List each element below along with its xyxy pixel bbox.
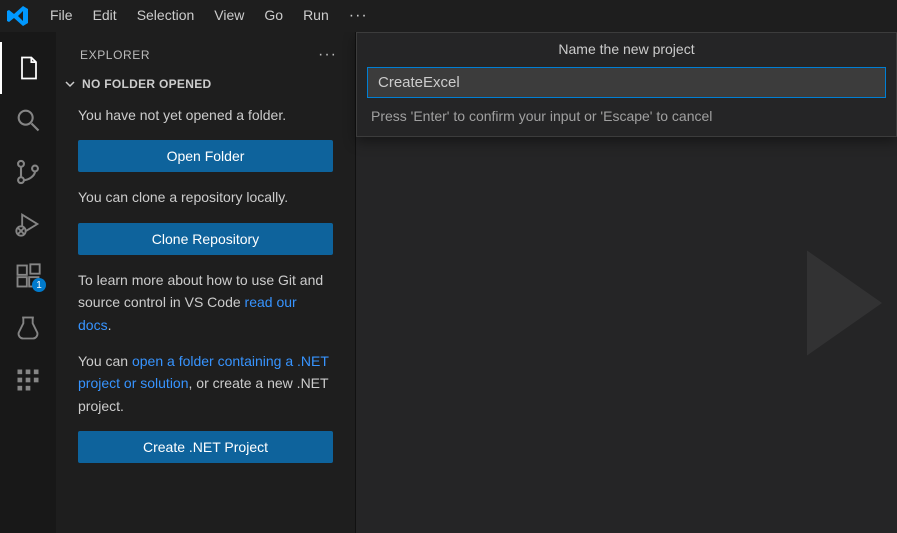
- menu-edit[interactable]: Edit: [83, 3, 127, 29]
- activity-search-icon[interactable]: [0, 94, 56, 146]
- learn-text: To learn more about how to use Git and s…: [78, 269, 333, 336]
- activity-grid-icon[interactable]: [0, 354, 56, 406]
- extensions-badge: 1: [32, 278, 46, 292]
- section-header[interactable]: NO FOLDER OPENED: [56, 72, 355, 96]
- editor-area: Name the new project Press 'Enter' to co…: [356, 32, 897, 533]
- clone-repository-button[interactable]: Clone Repository: [78, 223, 333, 255]
- main-area: 1 EXPLORER ··· NO FOLDER OPENED You have…: [0, 32, 897, 533]
- activity-debug-icon[interactable]: [0, 198, 56, 250]
- menu-selection[interactable]: Selection: [127, 3, 205, 29]
- menu-file[interactable]: File: [40, 3, 83, 29]
- chevron-down-icon: [62, 76, 78, 92]
- quick-input-panel: Name the new project Press 'Enter' to co…: [356, 32, 897, 137]
- no-folder-text: You have not yet opened a folder.: [78, 104, 333, 126]
- menu-more-icon[interactable]: ···: [339, 3, 378, 29]
- menu-run[interactable]: Run: [293, 3, 339, 29]
- quick-input-hint: Press 'Enter' to confirm your input or '…: [357, 98, 896, 136]
- period1: .: [108, 317, 112, 333]
- open-folder-button[interactable]: Open Folder: [78, 140, 333, 172]
- activity-explorer-icon[interactable]: [0, 42, 56, 94]
- menu-view[interactable]: View: [204, 3, 254, 29]
- menubar: File Edit Selection View Go Run ···: [0, 0, 897, 32]
- open-pre: You can: [78, 353, 132, 369]
- sidebar-title: EXPLORER: [80, 48, 150, 62]
- sidebar-more-icon[interactable]: ···: [318, 46, 337, 64]
- vscode-logo-icon: [6, 4, 30, 28]
- activity-testing-icon[interactable]: [0, 302, 56, 354]
- sidebar: EXPLORER ··· NO FOLDER OPENED You have n…: [56, 32, 356, 533]
- open-project-text: You can open a folder containing a .NET …: [78, 350, 333, 417]
- quick-input-title: Name the new project: [357, 33, 896, 67]
- project-name-input[interactable]: [367, 67, 886, 98]
- sidebar-content: You have not yet opened a folder. Open F…: [56, 96, 355, 485]
- section-label: NO FOLDER OPENED: [82, 77, 211, 91]
- activity-extensions-icon[interactable]: 1: [0, 250, 56, 302]
- watermark-icon: [747, 213, 897, 393]
- quick-input-wrap: [357, 67, 896, 98]
- activity-source-control-icon[interactable]: [0, 146, 56, 198]
- sidebar-header: EXPLORER ···: [56, 32, 355, 72]
- create-net-project-button[interactable]: Create .NET Project: [78, 431, 333, 463]
- activity-bar: 1: [0, 32, 56, 533]
- menu-items: File Edit Selection View Go Run ···: [40, 3, 378, 29]
- clone-text: You can clone a repository locally.: [78, 186, 333, 208]
- menu-go[interactable]: Go: [254, 3, 293, 29]
